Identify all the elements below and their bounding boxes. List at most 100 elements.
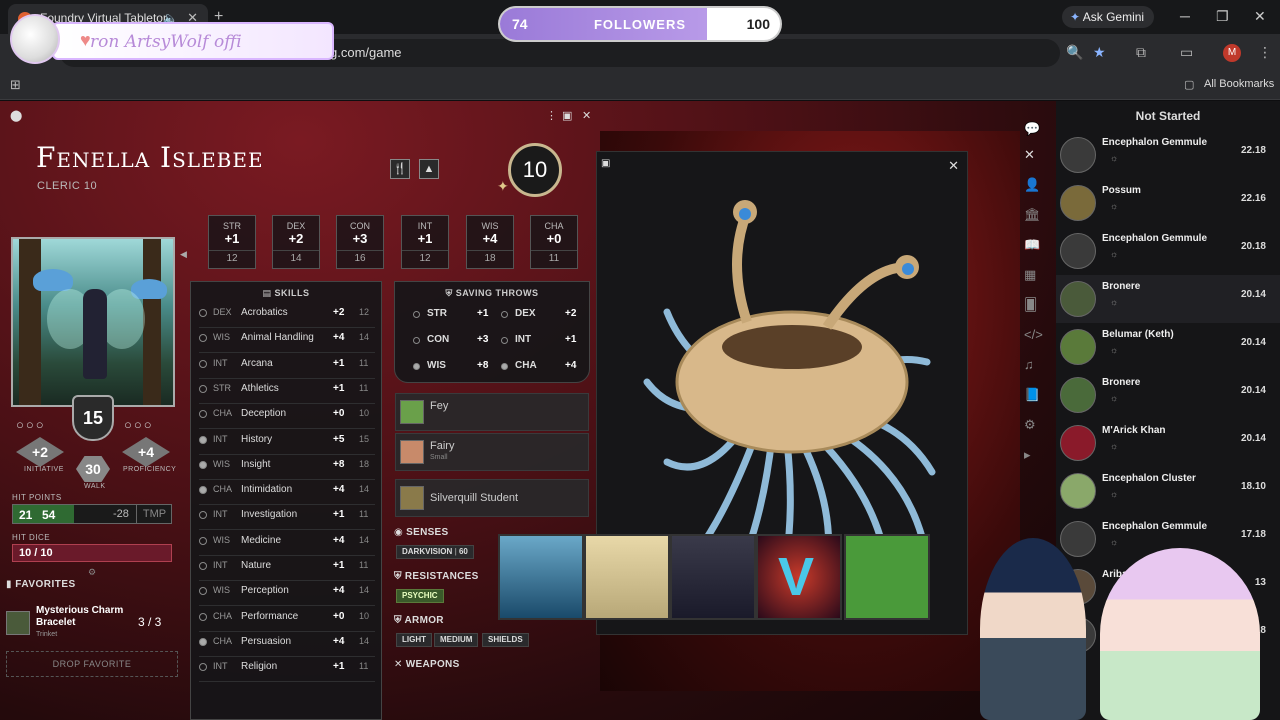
- combatant-initiative[interactable]: 22.16: [1241, 193, 1266, 204]
- combatant-initiative[interactable]: 20.14: [1241, 433, 1266, 444]
- saving-throw-row[interactable]: CHA +4: [501, 360, 585, 374]
- feature-fairy[interactable]: Fairy Small: [395, 433, 589, 471]
- skill-row[interactable]: WIS Perception +4 14: [199, 582, 375, 607]
- combatant-row[interactable]: Bronere ☼ 20.14: [1056, 275, 1280, 323]
- saving-throw-row[interactable]: DEX +2: [501, 308, 585, 322]
- maximize-icon[interactable]: ❐: [1216, 8, 1229, 25]
- kebab-menu-icon[interactable]: ⋮: [1258, 44, 1272, 61]
- playlists-icon[interactable]: ♫: [1024, 357, 1034, 372]
- saving-throw-row[interactable]: CON +3: [413, 334, 497, 348]
- skill-row[interactable]: CHA Performance +0 10: [199, 608, 375, 632]
- apps-grid-icon[interactable]: ⊞: [10, 77, 21, 93]
- window-close-icon[interactable]: ✕: [1254, 8, 1266, 25]
- drop-favorite-zone[interactable]: DROP FAVORITE: [6, 651, 178, 677]
- items-icon[interactable]: 🏛: [1024, 207, 1041, 223]
- combatant-effects-icon[interactable]: ☼: [1110, 297, 1118, 307]
- ability-wis[interactable]: WIS +4 18: [466, 215, 514, 269]
- sheet-mode-icon[interactable]: ⬤: [10, 109, 22, 122]
- favorites-gear-icon[interactable]: ⚙: [88, 567, 96, 578]
- skill-row[interactable]: CHA Persuasion +4 14: [199, 633, 375, 657]
- proficiency-pip[interactable]: [501, 311, 508, 318]
- proficiency-pip[interactable]: [199, 612, 207, 621]
- favorite-item-qty[interactable]: 3 / 3: [138, 615, 161, 629]
- tables-icon[interactable]: ▦: [1024, 267, 1036, 283]
- death-save-success-pips[interactable]: ○○○: [16, 417, 46, 432]
- combatant-initiative[interactable]: 20.14: [1241, 337, 1266, 348]
- armor-class-shield[interactable]: 15: [72, 395, 114, 441]
- proficiency-pip[interactable]: [413, 311, 420, 318]
- combatant-row[interactable]: Encephalon Gemmule ☼ 20.18: [1056, 227, 1280, 275]
- combatant-effects-icon[interactable]: ☼: [1110, 201, 1118, 211]
- hp-current[interactable]: 21: [19, 508, 32, 522]
- proficiency-pip[interactable]: [199, 637, 207, 646]
- skill-row[interactable]: INT Investigation +1 11: [199, 506, 375, 531]
- proficiency-pip[interactable]: [199, 359, 207, 368]
- combatant-row[interactable]: Encephalon Gemmule ☼ 22.18: [1056, 131, 1280, 179]
- skill-row[interactable]: WIS Insight +8 18: [199, 456, 375, 480]
- proficiency-pip[interactable]: [199, 460, 207, 469]
- combatant-initiative[interactable]: 20.14: [1241, 289, 1266, 300]
- saving-throw-row[interactable]: INT +1: [501, 334, 585, 348]
- proficiency-pip[interactable]: [199, 410, 207, 419]
- saving-throw-row[interactable]: STR +1: [413, 308, 497, 322]
- combatant-initiative[interactable]: 20.14: [1241, 385, 1266, 396]
- combatant-initiative[interactable]: 20.18: [1241, 241, 1266, 252]
- skill-row[interactable]: CHA Deception +0 10: [199, 405, 375, 430]
- combatant-row[interactable]: M'Arick Khan ☼ 20.14: [1056, 419, 1280, 467]
- proficiency-pip[interactable]: [199, 663, 207, 672]
- proficiency-pip[interactable]: [413, 363, 420, 370]
- character-portrait[interactable]: [11, 237, 175, 407]
- combatant-effects-icon[interactable]: ☼: [1110, 393, 1118, 403]
- hit-dice-bar[interactable]: 10 / 10: [12, 544, 172, 562]
- skill-row[interactable]: STR Athletics +1 11: [199, 380, 375, 404]
- combatant-initiative[interactable]: 18.10: [1241, 481, 1266, 492]
- combatant-initiative[interactable]: 13: [1255, 577, 1266, 588]
- minimize-icon[interactable]: ─: [1180, 8, 1190, 24]
- favorite-item[interactable]: Mysterious Charm Bracelet Trinket 3 / 3: [6, 603, 178, 641]
- rest-icon[interactable]: 🍴: [390, 159, 410, 179]
- skill-row[interactable]: CHA Intimidation +4 14: [199, 481, 375, 506]
- settings-icon[interactable]: ⚙: [1024, 417, 1036, 433]
- cast-icon[interactable]: ▭: [1180, 44, 1193, 61]
- journal-icon[interactable]: 📖: [1024, 237, 1040, 253]
- all-bookmarks-link[interactable]: All Bookmarks: [1204, 78, 1274, 90]
- skill-row[interactable]: INT History +5 15: [199, 431, 375, 455]
- proficiency-pip[interactable]: [199, 435, 207, 444]
- combatant-row[interactable]: Encephalon Cluster ☼ 18.10: [1056, 467, 1280, 515]
- feature-fey[interactable]: Fey: [395, 393, 589, 431]
- proficiency-pip[interactable]: [199, 587, 207, 596]
- combatant-effects-icon[interactable]: ☼: [1110, 537, 1118, 547]
- combatant-effects-icon[interactable]: ☼: [1110, 249, 1118, 259]
- close-panel-icon[interactable]: ✕: [1024, 147, 1035, 163]
- proficiency-pip[interactable]: [199, 562, 207, 570]
- proficiency-pip[interactable]: [501, 337, 508, 344]
- cards-icon[interactable]: 🂠: [1024, 297, 1037, 313]
- ability-str[interactable]: STR +1 12: [208, 215, 256, 269]
- proficiency-pip[interactable]: [199, 334, 207, 343]
- combatant-row[interactable]: Possum ☼ 22.16: [1056, 179, 1280, 227]
- proficiency-pip[interactable]: [199, 384, 207, 393]
- sheet-close-icon[interactable]: ✕: [582, 109, 591, 122]
- sheet-config-icon[interactable]: ▣: [562, 109, 572, 122]
- long-rest-icon[interactable]: ▲: [419, 159, 439, 179]
- proficiency-pip[interactable]: [199, 536, 207, 545]
- proficiency-pip[interactable]: [199, 309, 207, 317]
- extensions-icon[interactable]: ⧉: [1136, 44, 1146, 61]
- skill-row[interactable]: WIS Animal Handling +4 14: [199, 329, 375, 354]
- saving-throw-row[interactable]: WIS +8: [413, 360, 497, 374]
- skill-row[interactable]: DEX Acrobatics +2 12: [199, 304, 375, 328]
- proficiency-pip[interactable]: [199, 486, 207, 495]
- portrait-collapse-icon[interactable]: ◀: [180, 249, 187, 260]
- skill-row[interactable]: INT Religion +1 11: [199, 658, 375, 683]
- character-name[interactable]: Fenella Islebee: [36, 141, 264, 174]
- temp-hp-input[interactable]: TMP: [136, 504, 172, 524]
- initiative-badge[interactable]: +2: [16, 437, 64, 467]
- popout-close-icon[interactable]: ✕: [948, 158, 959, 174]
- zoom-icon[interactable]: 🔍: [1066, 44, 1083, 61]
- bookmark-star-icon[interactable]: ★: [1093, 44, 1106, 61]
- combatant-initiative[interactable]: 22.18: [1241, 145, 1266, 156]
- skill-row[interactable]: WIS Medicine +4 14: [199, 532, 375, 556]
- skill-row[interactable]: INT Arcana +1 11: [199, 355, 375, 379]
- death-save-failure-pips[interactable]: ○○○: [124, 417, 154, 432]
- combatant-effects-icon[interactable]: ☼: [1110, 489, 1118, 499]
